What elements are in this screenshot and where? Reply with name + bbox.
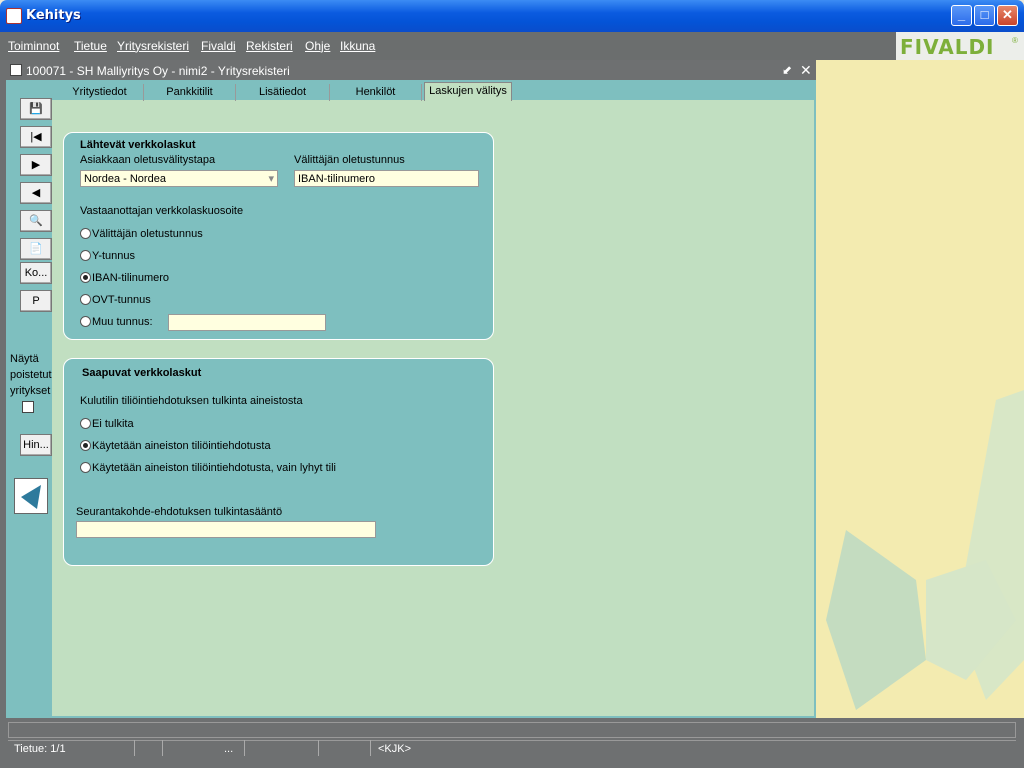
- form-titlebar: 100071 - SH Malliyritys Oy - nimi2 - Yri…: [6, 62, 816, 80]
- outgoing-panel-title: Lähtevät verkkolaskut: [80, 139, 196, 151]
- radio-ovt[interactable]: [80, 294, 91, 305]
- close-button[interactable]: ✕: [997, 5, 1018, 26]
- tracking-rule-label: Seurantakohde-ehdotuksen tulkintasääntö: [76, 506, 283, 518]
- radio-use-suggestion[interactable]: [80, 440, 91, 451]
- p-button[interactable]: P: [20, 290, 52, 312]
- menu-yritysrekisteri[interactable]: Yritysrekisteri: [117, 39, 189, 53]
- menu-fivaldi[interactable]: Fivaldi: [201, 39, 236, 53]
- form-close-icon[interactable]: ✕: [800, 62, 812, 79]
- tab-pankkitilit[interactable]: Pankkitilit: [144, 84, 236, 101]
- chevron-down-icon: ▾: [268, 173, 274, 185]
- status-divider: [318, 740, 319, 756]
- show-deleted-label-3: yritykset: [10, 385, 51, 397]
- record-counter: Tietue: 1/1: [14, 743, 66, 755]
- form-title: 100071 - SH Malliyritys Oy - nimi2 - Yri…: [26, 64, 290, 78]
- fivaldi-decoration-graphic: [826, 390, 1024, 710]
- radio-no-interpretation-label: Ei tulkita: [92, 418, 134, 430]
- menu-ikkuna[interactable]: Ikkuna: [340, 39, 375, 53]
- radio-iban[interactable]: [80, 272, 91, 283]
- radio-other-id[interactable]: [80, 316, 91, 327]
- next-record-icon[interactable]: ▶: [20, 154, 52, 176]
- fivaldi-logo: FIVALDI: [900, 35, 995, 59]
- hin-button[interactable]: Hin...: [20, 434, 52, 456]
- minimize-button[interactable]: _: [951, 5, 972, 26]
- menu-toiminnot[interactable]: Toiminnot: [8, 39, 59, 53]
- broker-id-label: Välittäjän oletustunnus: [294, 154, 405, 166]
- customer-method-label: Asiakkaan oletusvälitystapa: [80, 154, 216, 166]
- first-record-icon[interactable]: |◀: [20, 126, 52, 148]
- other-id-field[interactable]: [168, 314, 326, 331]
- tab-yritystiedot[interactable]: Yritystiedot: [56, 84, 144, 101]
- radio-y-tunnus[interactable]: [80, 250, 91, 261]
- interpretation-label: Kulutilin tiliöintiehdotuksen tulkinta a…: [80, 395, 303, 407]
- recipient-address-label: Vastaanottajan verkkolaskuosoite: [80, 205, 244, 217]
- previous-record-icon[interactable]: ◀: [20, 182, 52, 204]
- statusbar: Tietue: 1/1 ... <KJK>: [8, 740, 1016, 758]
- java-app-icon: [6, 8, 22, 24]
- form-icon: [10, 64, 22, 76]
- radio-other-id-label: Muu tunnus:: [92, 316, 153, 328]
- status-ellipsis: ...: [224, 743, 234, 755]
- new-record-icon[interactable]: 📄: [20, 238, 52, 260]
- ko-button[interactable]: Ko...: [20, 262, 52, 284]
- status-divider: [244, 740, 245, 756]
- radio-use-suggestion-short-label: Käytetään aineiston tiliöintiehdotusta, …: [92, 462, 336, 474]
- incoming-panel-title: Saapuvat verkkolaskut: [82, 367, 202, 379]
- decorative-background: [816, 60, 1024, 720]
- search-icon[interactable]: 🔍: [20, 210, 52, 232]
- save-icon[interactable]: 💾: [20, 98, 52, 120]
- tab-laskujen-valitys[interactable]: Laskujen välitys: [424, 82, 512, 101]
- radio-broker-id[interactable]: [80, 228, 91, 239]
- broker-id-field[interactable]: IBAN-tilinumero: [294, 170, 479, 187]
- user-indicator: <KJK>: [378, 743, 412, 755]
- menu-ohje[interactable]: Ohje: [305, 39, 330, 53]
- menubar: Toiminnot Tietue Yritysrekisteri Fivaldi…: [0, 32, 896, 60]
- customer-method-select[interactable]: Nordea - Nordea ▾: [80, 170, 278, 187]
- menu-rekisteri[interactable]: Rekisteri: [246, 39, 293, 53]
- radio-no-interpretation[interactable]: [80, 418, 91, 429]
- radio-y-tunnus-label: Y-tunnus: [92, 250, 136, 262]
- customer-method-value: Nordea - Nordea: [84, 173, 166, 185]
- message-line: [8, 722, 1016, 738]
- status-divider: [134, 740, 135, 756]
- menu-tietue[interactable]: Tietue: [74, 39, 107, 53]
- radio-ovt-label: OVT-tunnus: [92, 294, 151, 306]
- window-titlebar: [0, 0, 1024, 32]
- show-deleted-label-1: Näytä: [10, 353, 39, 365]
- tracking-rule-field[interactable]: [76, 521, 376, 538]
- radio-use-suggestion-short[interactable]: [80, 462, 91, 473]
- status-divider: [370, 740, 371, 756]
- fivaldi-app-icon[interactable]: [14, 478, 48, 514]
- status-divider: [162, 740, 163, 756]
- show-deleted-label-2: poistetut: [10, 369, 52, 381]
- radio-broker-id-label: Välittäjän oletustunnus: [92, 228, 203, 240]
- restore-icon[interactable]: ⬋: [782, 63, 792, 77]
- window-title: Kehitys: [26, 8, 81, 23]
- radio-iban-label: IBAN-tilinumero: [92, 272, 170, 284]
- show-deleted-checkbox[interactable]: [22, 401, 34, 413]
- maximize-button[interactable]: □: [974, 5, 995, 26]
- tab-henkilot[interactable]: Henkilöt: [330, 84, 422, 101]
- radio-use-suggestion-label: Käytetään aineiston tiliöintiehdotusta: [92, 440, 271, 452]
- left-toolbar: 💾 |◀ ▶ ◀ 🔍 📄 Ko... P Näytä poistetut yri…: [6, 80, 52, 718]
- logo-area: FIVALDI ®: [896, 32, 1024, 60]
- registered-mark: ®: [1012, 36, 1018, 45]
- tab-lisatiedot[interactable]: Lisätiedot: [236, 84, 330, 101]
